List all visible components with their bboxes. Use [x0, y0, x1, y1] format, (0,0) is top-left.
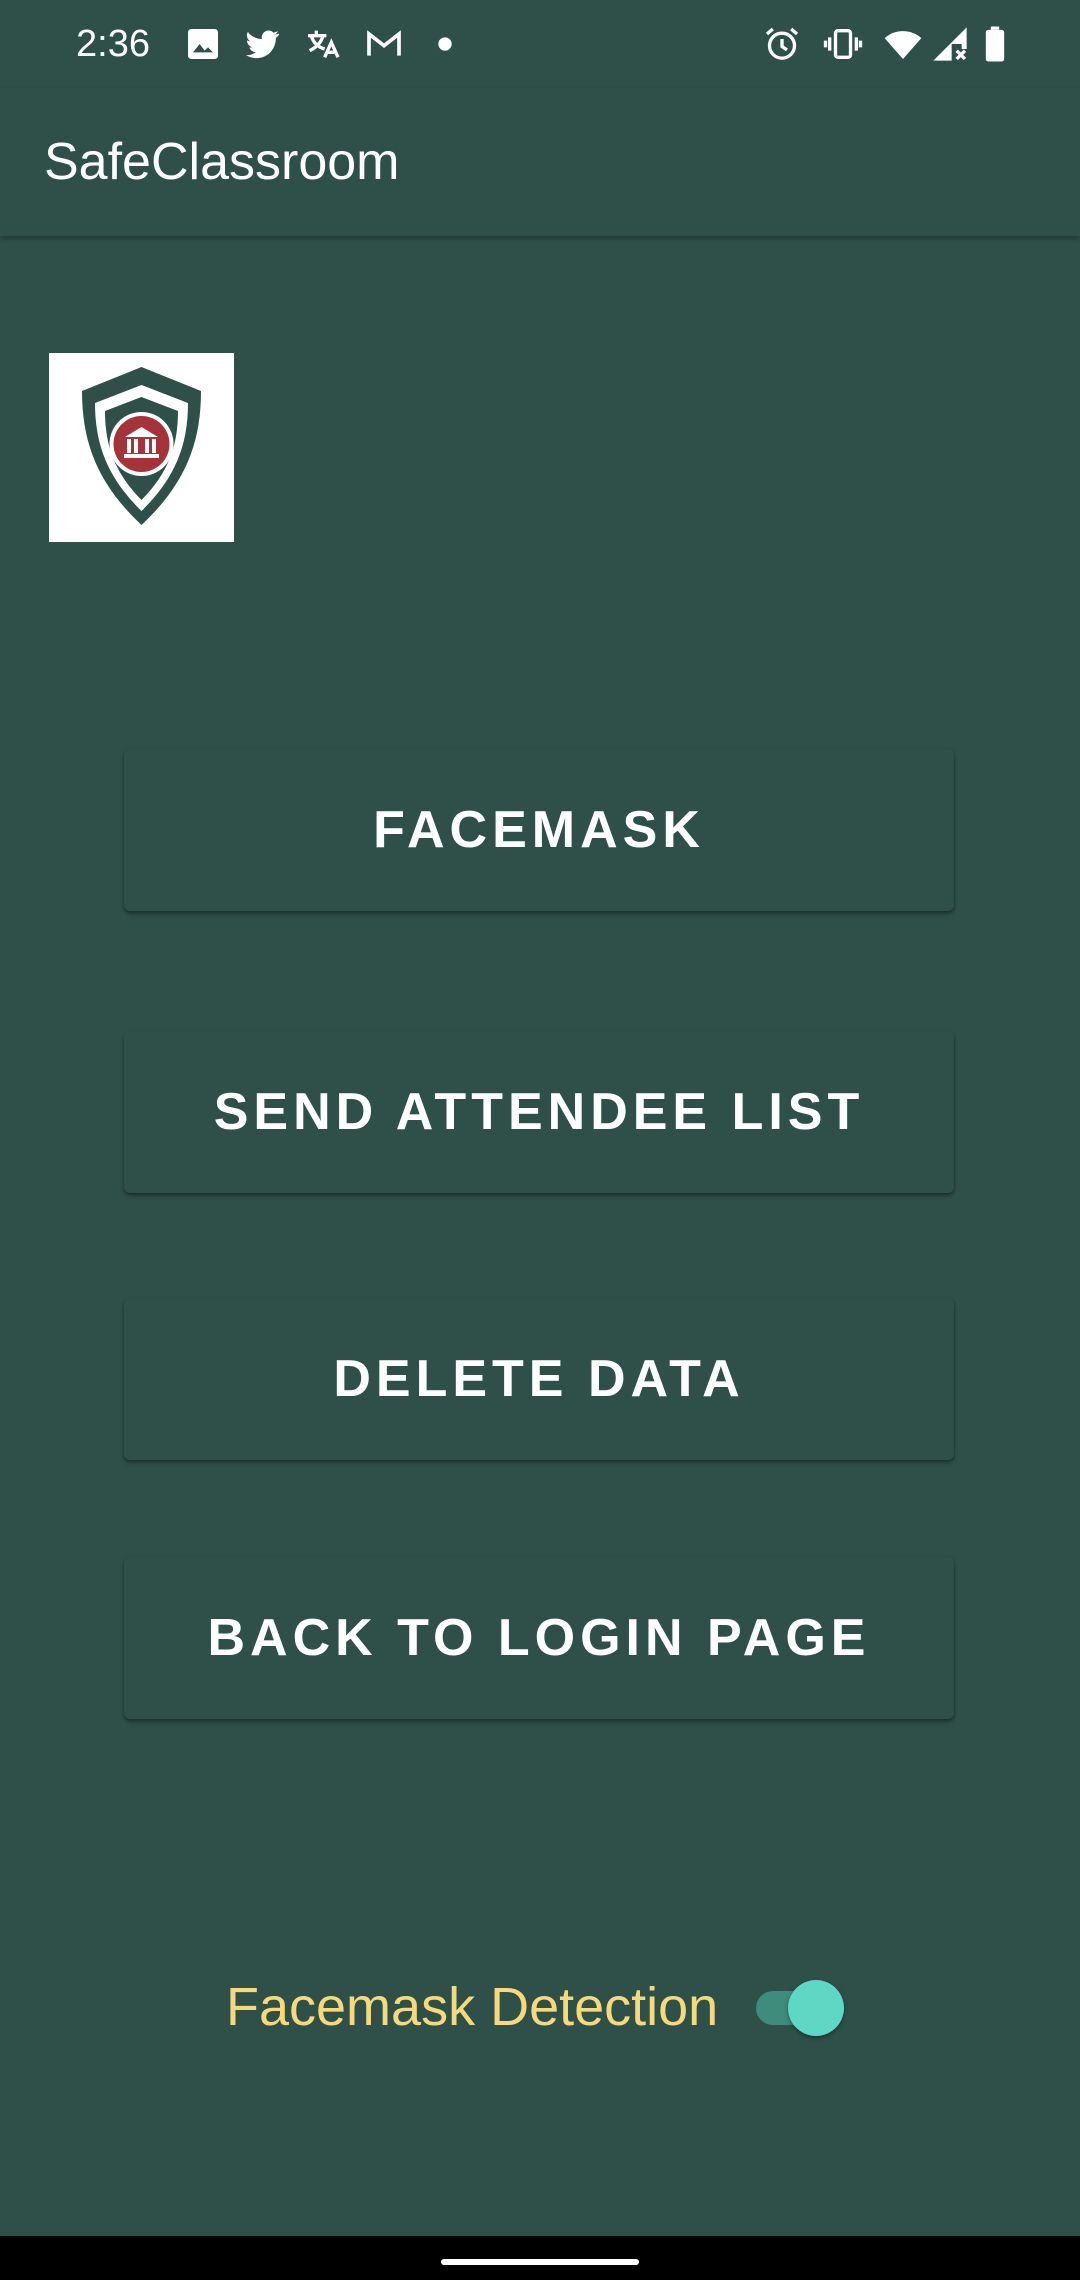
app-bar: SafeClassroom — [0, 88, 1080, 236]
dot-icon — [425, 24, 465, 64]
shield-logo-icon — [49, 353, 234, 542]
switch-thumb — [788, 1980, 844, 2036]
alarm-icon — [762, 24, 802, 64]
status-bar: 2:36 — [0, 0, 1080, 88]
facemask-detection-switch[interactable] — [752, 1977, 844, 2037]
translate-icon — [303, 24, 343, 64]
navigation-bar — [0, 2236, 1080, 2280]
home-gesture-handle[interactable] — [441, 2259, 639, 2265]
image-icon — [183, 24, 223, 64]
delete-data-button[interactable]: DELETE DATA — [124, 1298, 954, 1460]
twitter-icon — [242, 24, 282, 64]
back-to-login-button[interactable]: BACK TO LOGIN PAGE — [124, 1557, 954, 1719]
send-attendee-list-button[interactable]: SEND ATTENDEE LIST — [124, 1031, 954, 1193]
signal-icon — [930, 24, 970, 64]
app-title: SafeClassroom — [44, 133, 400, 191]
gmail-icon — [364, 24, 404, 64]
battery-icon — [975, 24, 1015, 64]
wifi-icon — [883, 24, 923, 64]
vibrate-icon — [823, 24, 863, 64]
facemask-button[interactable]: FACEMASK — [124, 749, 954, 911]
facemask-detection-label: Facemask Detection — [226, 1977, 719, 2037]
screen: 2:36 SafeClassroom FACEMASK SEND ATTENDE… — [0, 0, 1080, 2280]
status-time: 2:36 — [76, 23, 150, 65]
